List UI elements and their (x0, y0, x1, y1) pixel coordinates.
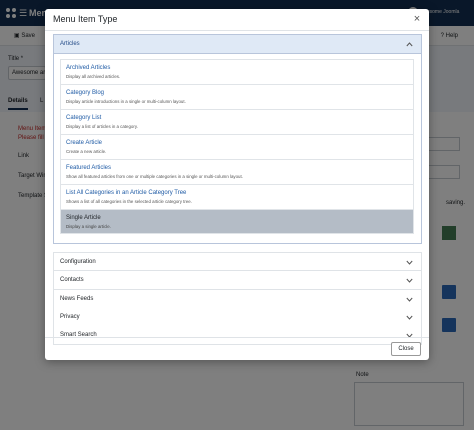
list-item-create-article[interactable]: Create Article Create a new article. (60, 134, 414, 159)
list-item-description: Show all featured articles from one or m… (66, 174, 243, 179)
list-item-description: Display article introductions in a singl… (66, 99, 186, 104)
accordion-header-articles[interactable]: Articles (54, 35, 421, 54)
list-item-description: Display a list of articles in a category… (66, 124, 138, 129)
list-item-description: Shows a list of all categories in the se… (66, 199, 192, 204)
modal-title: Menu Item Type (53, 14, 118, 24)
list-item-title: Archived Articles (66, 65, 111, 71)
accordion-label: Configuration (60, 259, 96, 265)
list-item-category-list[interactable]: Category List Display a list of articles… (60, 109, 414, 134)
list-item-featured-articles[interactable]: Featured Articles Show all featured arti… (60, 159, 414, 184)
accordion-label: News Feeds (60, 296, 94, 302)
modal-header: Menu Item Type × (45, 9, 429, 31)
close-button[interactable]: Close (391, 342, 421, 356)
accordion-header-privacy[interactable]: Privacy (53, 308, 422, 327)
list-item-list-all-categories[interactable]: List All Categories in an Article Catego… (60, 184, 414, 209)
menu-item-type-modal: Menu Item Type × Articles Archived Artic… (45, 9, 429, 360)
chevron-up-icon (406, 41, 413, 48)
accordion-label: Articles (60, 41, 80, 47)
accordion-articles: Articles Archived Articles Display all a… (53, 34, 422, 244)
modal-footer: Close (45, 337, 429, 360)
list-item-description: Display a single article. (66, 224, 111, 229)
list-item-title: Category Blog (66, 90, 105, 96)
list-item-description: Display all archived articles. (66, 74, 121, 79)
list-item-description: Create a new article. (66, 149, 107, 154)
chevron-down-icon (406, 259, 413, 266)
chevron-down-icon (406, 296, 413, 303)
list-item-title: Category List (66, 115, 102, 121)
list-item-archived-articles[interactable]: Archived Articles Display all archived a… (60, 59, 414, 84)
accordion-header-configuration[interactable]: Configuration (53, 252, 422, 271)
accordion-header-news-feeds[interactable]: News Feeds (53, 290, 422, 309)
list-item-category-blog[interactable]: Category Blog Display article introducti… (60, 84, 414, 109)
accordion-label: Contacts (60, 277, 84, 283)
chevron-down-icon (406, 314, 413, 321)
list-item-single-article[interactable]: Single Article Display a single article. (60, 209, 414, 234)
list-item-title: Featured Articles (66, 165, 112, 171)
list-item-title: Single Article (66, 215, 101, 221)
list-item-title: Create Article (66, 140, 103, 146)
accordion-label: Privacy (60, 314, 80, 320)
close-icon[interactable]: × (411, 13, 423, 25)
chevron-down-icon (406, 277, 413, 284)
accordion-header-contacts[interactable]: Contacts (53, 271, 422, 290)
modal-body: Articles Archived Articles Display all a… (45, 31, 429, 345)
list-item-title: List All Categories in an Article Catego… (66, 190, 187, 196)
